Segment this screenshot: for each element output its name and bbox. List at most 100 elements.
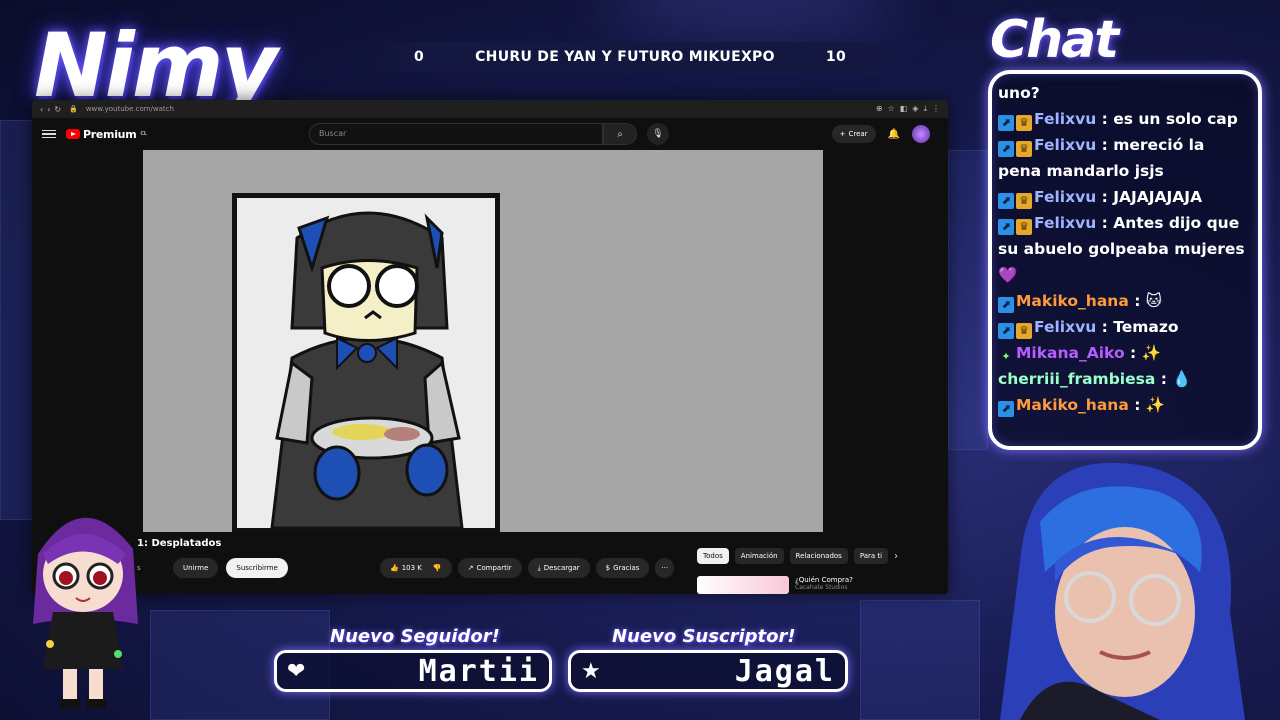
recommendation-chips: Todos Animación Relacionados Para ti › [697, 548, 898, 564]
video-artwork-frame [232, 193, 500, 533]
chat-message: ⬈ ♛ Felixvu : JAJAJAJAJA [998, 184, 1252, 210]
subscriber-alert-label: Nuevo Suscriptor! [612, 626, 796, 647]
chip-related[interactable]: Relacionados [789, 548, 848, 564]
thanks-icon: $ [605, 564, 611, 572]
chevron-right-icon[interactable]: › [894, 551, 898, 562]
chat-separator: : [1128, 396, 1146, 414]
chat-message: ⬈ ♛ Felixvu : Antes dijo que su abuelo gol… [998, 210, 1252, 288]
star-icon: ★ [581, 658, 601, 684]
prime-badge-icon: ⬈ [998, 401, 1014, 417]
chat-username[interactable]: Mikana_Aiko [1016, 344, 1125, 362]
chat-text: uno? [998, 84, 1040, 102]
join-label: Unirme [183, 564, 209, 572]
chat-separator: : [1096, 188, 1114, 206]
share-button[interactable]: ↗ Compartir [457, 558, 522, 578]
chip-animation[interactable]: Animación [734, 548, 784, 564]
youtube-logo-region: CL [140, 131, 147, 137]
extension-icon[interactable]: ◈ [912, 104, 918, 114]
recommended-title[interactable]: ¿Quién Compra? [795, 576, 853, 584]
recommended-thumbnail[interactable] [697, 576, 789, 594]
chat-separator: : [1096, 318, 1114, 336]
chat-username[interactable]: Felixvu [1034, 110, 1096, 128]
youtube-logo[interactable]: Premium CL [66, 128, 147, 141]
forward-icon[interactable]: › [47, 105, 50, 114]
extension-icons: ⊕ ☆ ◧ ◈ ⤓ ⋮ [876, 104, 940, 114]
prime-badge-icon: ⬈ [998, 297, 1014, 313]
video-player[interactable] [143, 150, 823, 533]
video-title: 1: Desplatados [137, 538, 222, 549]
chat-message: ⬈ ♛ Felixvu : mereció la pena mandarlo jsj… [998, 132, 1252, 184]
chat-message: ⬈ Makiko_hana : ✨ [998, 392, 1252, 418]
video-artwork [237, 198, 495, 528]
mic-icon: 🎙 [652, 129, 664, 139]
extension-icon[interactable]: ◧ [900, 104, 908, 114]
search-button[interactable]: ⌕ [603, 123, 637, 145]
more-button[interactable]: ··· [655, 558, 675, 578]
chip-for-you[interactable]: Para ti [853, 548, 889, 564]
chat-text: ✨ [1145, 396, 1166, 414]
share-icon: ↗ [467, 564, 474, 572]
join-button[interactable]: Unirme [173, 558, 219, 578]
chat-username[interactable]: cherriii_frambiesa [998, 370, 1155, 388]
score-left: 0 [414, 49, 425, 65]
chat-username[interactable]: Felixvu [1034, 188, 1096, 206]
recommended-video[interactable]: ¿Quién Compra? Cacahate Studios [697, 576, 853, 594]
search-icon: ⌕ [617, 128, 623, 140]
like-button[interactable]: 👍 103 K 👎 [380, 558, 452, 578]
video-actions: 👍 103 K 👎 ↗ Compartir ⤓ Descargar $ Grac… [380, 558, 675, 578]
share-label: Compartir [476, 564, 512, 572]
thanks-label: Gracias [613, 564, 640, 572]
chip-all[interactable]: Todos [697, 548, 729, 564]
crown-badge-icon: ♛ [1016, 141, 1032, 157]
chat-messages: uno? ⬈ ♛ Felixvu : es un solo cap ⬈ ♛ Felixvu … [998, 80, 1252, 418]
chat-separator: : [1155, 370, 1173, 388]
chat-text: 🐱 [1145, 292, 1162, 310]
search-area: Buscar ⌕ 🎙 [309, 123, 669, 145]
channel-row: s Unirme Suscribirme [137, 558, 288, 578]
prime-badge-icon: ⬈ [998, 115, 1014, 131]
chat-text: 💧 [1172, 370, 1192, 388]
download-icon[interactable]: ⤓ [923, 104, 927, 114]
chat-username[interactable]: Felixvu [1034, 318, 1096, 336]
chat-text: ✨ [1141, 344, 1161, 362]
thumbs-up-icon: 👍 [390, 564, 399, 572]
thumbs-down-icon[interactable]: 👎 [433, 564, 442, 572]
thanks-button[interactable]: $ Gracias [595, 558, 650, 578]
chat-username[interactable]: Felixvu [1034, 136, 1096, 154]
youtube-header: Premium CL Buscar ⌕ 🎙 + Crear 🔔 [32, 118, 948, 150]
bell-icon[interactable]: 🔔 [888, 129, 900, 140]
voice-search-button[interactable]: 🎙 [647, 123, 669, 145]
chat-text: JAJAJAJAJA [1113, 188, 1203, 206]
chat-separator: : [1128, 292, 1146, 310]
create-button[interactable]: + Crear [831, 125, 876, 143]
chat-title: Chat [990, 10, 1119, 70]
chat-username[interactable]: Makiko_hana [1016, 396, 1129, 414]
url-field[interactable]: www.youtube.com/watch [86, 105, 868, 113]
browser-window: ‹ › ↻ 🔒 www.youtube.com/watch ⊕ ☆ ◧ ◈ ⤓ … [32, 100, 948, 594]
prime-badge-icon: ⬈ [998, 141, 1014, 157]
subscribe-button[interactable]: Suscribirme [226, 558, 288, 578]
plus-icon: + [839, 130, 846, 138]
prime-badge-icon: ⬈ [998, 323, 1014, 339]
download-button[interactable]: ⤓ Descargar [527, 558, 590, 578]
create-label: Crear [848, 130, 868, 138]
bookmark-icon[interactable]: ☆ [888, 104, 895, 114]
search-input[interactable]: Buscar [309, 123, 603, 145]
chat-username[interactable]: Felixvu [1034, 214, 1096, 232]
account-avatar[interactable] [912, 125, 930, 143]
hamburger-icon[interactable] [42, 129, 56, 139]
score-right: 10 [825, 49, 846, 65]
reload-icon[interactable]: ↻ [54, 105, 61, 114]
crown-badge-icon: ♛ [1016, 115, 1032, 131]
video-info: 1: Desplatados s Unirme Suscribirme 👍 10… [32, 532, 948, 594]
chat-separator: : [1096, 110, 1114, 128]
recommended-channel: Cacahate Studios [795, 584, 848, 591]
heart-icon: ❤ [287, 658, 306, 684]
crown-badge-icon: ♛ [1016, 193, 1032, 209]
like-count: 103 K [401, 564, 422, 572]
chat-username[interactable]: Makiko_hana [1016, 292, 1129, 310]
chat-message: cherriii_frambiesa : 💧 [998, 366, 1252, 392]
back-icon[interactable]: ‹ [40, 105, 43, 114]
menu-dots-icon[interactable]: ⋮ [932, 104, 940, 114]
zoom-icon[interactable]: ⊕ [876, 104, 883, 114]
